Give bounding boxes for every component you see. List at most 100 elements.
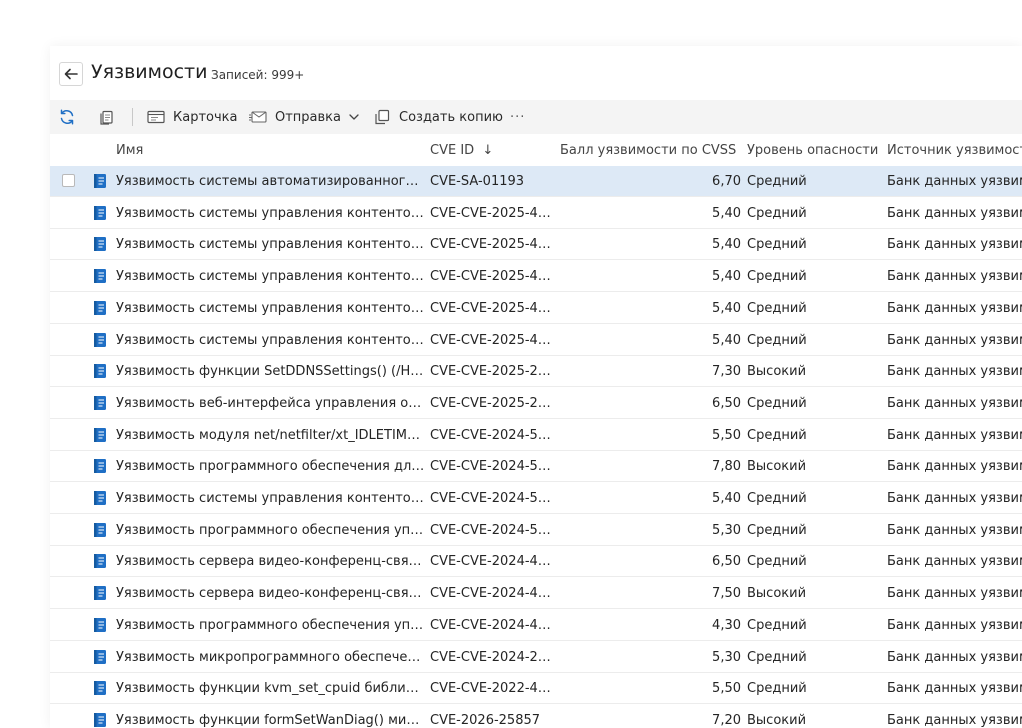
column-header-source[interactable]: Источник уязвимости xyxy=(887,143,1022,158)
cell-cve-id: CVE-CVE-2024-21... xyxy=(430,649,554,665)
table-row[interactable]: Уязвимость функции kvm_set_cpuid библиот… xyxy=(50,673,1022,705)
copy-icon xyxy=(100,110,113,125)
record-icon xyxy=(94,712,106,727)
table-row[interactable]: Уязвимость сервера видео-конференц-связи… xyxy=(50,578,1022,610)
table-row[interactable]: Уязвимость сервера видео-конференц-связи… xyxy=(50,546,1022,578)
cell-cvss-score: 4,30 xyxy=(712,617,741,633)
table-row[interactable]: Уязвимость модуля net/netfilter/xt_IDLET… xyxy=(50,420,1022,451)
cell-cvss-score: 5,40 xyxy=(712,269,741,285)
grid-header: Имя CVE ID ↓ Балл уязвимости по CVSS Уро… xyxy=(50,136,1022,166)
cell-cve-id: CVE-2026-25857 xyxy=(430,712,541,728)
cell-name[interactable]: Уязвимость функции SetDDNSSettings() (/H… xyxy=(116,364,426,379)
cell-cvss-score: 5,50 xyxy=(712,681,741,697)
cell-name[interactable]: Уязвимость системы управления контентом … xyxy=(116,491,426,506)
table-row[interactable]: Уязвимость системы автоматизированного п… xyxy=(50,166,1022,197)
record-icon xyxy=(94,681,106,696)
table-row[interactable]: Уязвимость системы управления контентом … xyxy=(50,325,1022,356)
cell-name[interactable]: Уязвимость системы управления контентом … xyxy=(116,206,426,221)
cell-name[interactable]: Уязвимость программного обеспечения упра… xyxy=(116,618,426,633)
send-button-label: Отправка xyxy=(275,109,342,125)
cell-severity: Высокий xyxy=(747,364,807,380)
cell-name[interactable]: Уязвимость функции kvm_set_cpuid библиот… xyxy=(116,681,426,696)
cell-severity: Средний xyxy=(747,332,807,348)
page-title: Уязвимости xyxy=(91,61,208,83)
column-header-cve-id[interactable]: CVE ID ↓ xyxy=(430,143,493,158)
cell-cve-id: CVE-CVE-2025-47... xyxy=(430,237,554,253)
record-icon xyxy=(94,205,106,220)
more-commands-button[interactable]: ··· xyxy=(510,100,525,134)
back-button[interactable] xyxy=(59,62,83,86)
command-bar: Карточка Отправка Создать копию ··· xyxy=(50,100,1022,134)
cell-name[interactable]: Уязвимость функции formSetWanDiag() микр… xyxy=(116,713,426,728)
page-header: Уязвимости Записей: 999+ xyxy=(50,46,1022,100)
table-row[interactable]: Уязвимость программного обеспечения упра… xyxy=(50,515,1022,546)
table-row[interactable]: Уязвимость системы управления контентом … xyxy=(50,293,1022,324)
record-icon xyxy=(94,174,106,188)
table-row[interactable]: Уязвимость веб-интерфейса управления опе… xyxy=(50,388,1022,419)
cell-name[interactable]: Уязвимость микропрограммного обеспечени.… xyxy=(116,650,426,665)
cell-name[interactable]: Уязвимость системы управления контентом … xyxy=(116,301,426,316)
cell-name[interactable]: Уязвимость сервера видео-конференц-связи… xyxy=(116,586,426,601)
cell-cve-id: CVE-CVE-2025-46... xyxy=(430,332,554,348)
cell-source: Банк данных уязвимостей xyxy=(887,617,1022,633)
send-icon xyxy=(249,111,267,123)
create-copy-button[interactable]: Создать копию xyxy=(373,100,503,134)
cell-name[interactable]: Уязвимость системы управления контентом … xyxy=(116,237,426,252)
cell-source: Банк данных уязвимостей xyxy=(887,269,1022,285)
table-row[interactable]: Уязвимость системы управления контентом … xyxy=(50,261,1022,293)
cell-name[interactable]: Уязвимость системы автоматизированного п… xyxy=(116,174,426,189)
table-row[interactable]: Уязвимость системы управления контентом … xyxy=(50,198,1022,229)
column-header-severity[interactable]: Уровень опасности xyxy=(747,143,878,158)
copy-button[interactable] xyxy=(98,100,116,134)
record-icon xyxy=(94,364,106,379)
cell-cvss-score: 7,80 xyxy=(712,459,741,475)
cell-severity: Средний xyxy=(747,237,807,253)
record-icon xyxy=(94,300,106,315)
column-header-cvss[interactable]: Балл уязвимости по CVSS xyxy=(560,143,736,158)
cell-source: Банк данных уязвимостей xyxy=(887,427,1022,443)
cell-cve-id: CVE-CVE-2025-47... xyxy=(430,269,554,285)
cell-source: Банк данных уязвимостей xyxy=(887,395,1022,411)
cell-source: Банк данных уязвимостей xyxy=(887,237,1022,253)
table-row[interactable]: Уязвимость системы управления контентом … xyxy=(50,483,1022,514)
cell-name[interactable]: Уязвимость программного обеспечения для … xyxy=(116,459,426,474)
record-icon xyxy=(94,586,106,601)
cell-name[interactable]: Уязвимость сервера видео-конференц-связи… xyxy=(116,554,426,569)
refresh-button[interactable] xyxy=(58,100,76,134)
table-row[interactable]: Уязвимость системы управления контентом … xyxy=(50,229,1022,261)
cell-severity: Средний xyxy=(747,300,807,316)
cell-cvss-score: 7,20 xyxy=(712,712,741,728)
cell-name[interactable]: Уязвимость системы управления контентом … xyxy=(116,333,426,348)
cell-cvss-score: 7,50 xyxy=(712,586,741,602)
vulnerabilities-view: Уязвимости Записей: 999+ Карточка Отправ… xyxy=(50,46,1022,728)
sort-descending-icon: ↓ xyxy=(482,143,494,158)
table-row[interactable]: Уязвимость микропрограммного обеспечени.… xyxy=(50,642,1022,673)
table-row[interactable]: Уязвимость программного обеспечения упра… xyxy=(50,610,1022,641)
cell-name[interactable]: Уязвимость веб-интерфейса управления опе… xyxy=(116,396,426,411)
cell-cvss-score: 5,40 xyxy=(712,491,741,506)
card-button[interactable]: Карточка xyxy=(147,100,237,134)
card-icon xyxy=(147,110,165,124)
send-dropdown-button[interactable]: Отправка xyxy=(249,100,360,134)
row-checkbox[interactable] xyxy=(62,174,75,187)
cell-cvss-score: 5,50 xyxy=(712,427,741,443)
cell-source: Банк данных уязвимостей xyxy=(887,332,1022,348)
record-icon xyxy=(94,459,106,474)
cell-source: Банк данных уязвимостей xyxy=(887,174,1022,189)
cell-source: Банк данных уязвимостей xyxy=(887,364,1022,380)
column-header-name[interactable]: Имя xyxy=(116,143,143,158)
cell-name[interactable]: Уязвимость модуля net/netfilter/xt_IDLET… xyxy=(116,428,426,443)
record-icon xyxy=(94,237,106,252)
cell-cve-id: CVE-CVE-2024-52... xyxy=(430,491,554,506)
record-icon xyxy=(94,491,106,505)
cell-name[interactable]: Уязвимость программного обеспечения упра… xyxy=(116,523,426,538)
cell-name[interactable]: Уязвимость системы управления контентом … xyxy=(116,269,426,284)
table-row[interactable]: Уязвимость функции formSetWanDiag() микр… xyxy=(50,705,1022,728)
cell-severity: Средний xyxy=(747,269,807,285)
cell-cvss-score: 5,40 xyxy=(712,205,741,221)
chevron-down-icon xyxy=(349,114,359,120)
table-row[interactable]: Уязвимость программного обеспечения для … xyxy=(50,451,1022,483)
card-button-label: Карточка xyxy=(173,109,238,125)
cell-cve-id: CVE-CVE-2025-20... xyxy=(430,395,554,411)
table-row[interactable]: Уязвимость функции SetDDNSSettings() (/H… xyxy=(50,356,1022,388)
